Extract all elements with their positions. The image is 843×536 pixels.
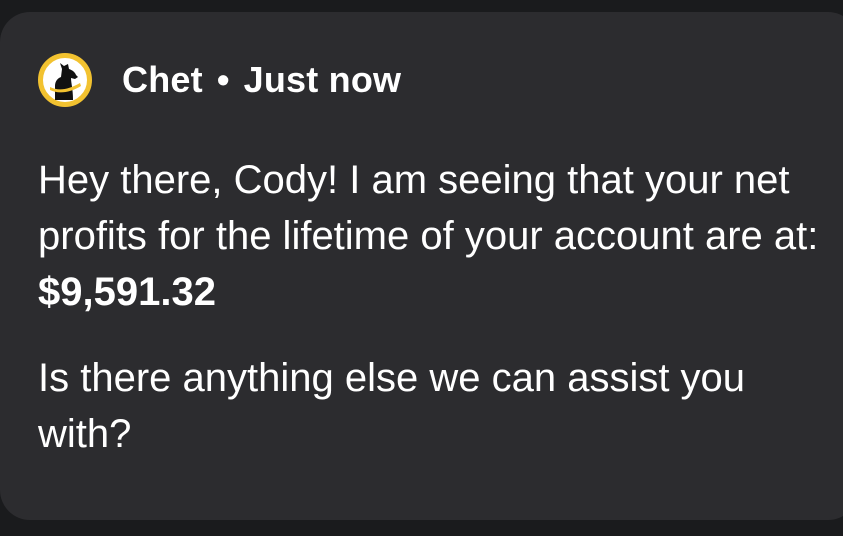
separator-dot: • [216, 59, 230, 100]
timestamp: Just now [243, 59, 402, 100]
dog-logo-icon [38, 53, 92, 107]
notification-header: Chet • Just now [38, 53, 401, 107]
message-paragraph-2: Is there anything else we can assist you… [38, 356, 746, 456]
profit-amount: $9,591.32 [38, 270, 216, 314]
message-paragraph-1: Hey there, Cody! I am seeing that your n… [38, 152, 828, 320]
avatar [38, 53, 92, 107]
sender-name: Chet [122, 59, 203, 100]
notification-card[interactable]: Chet • Just now Hey there, Cody! I am se… [0, 12, 843, 520]
message-text-1: Hey there, Cody! I am seeing that your n… [38, 158, 819, 258]
sender-line: Chet • Just now [122, 59, 401, 101]
message-body: Hey there, Cody! I am seeing that your n… [38, 152, 828, 462]
